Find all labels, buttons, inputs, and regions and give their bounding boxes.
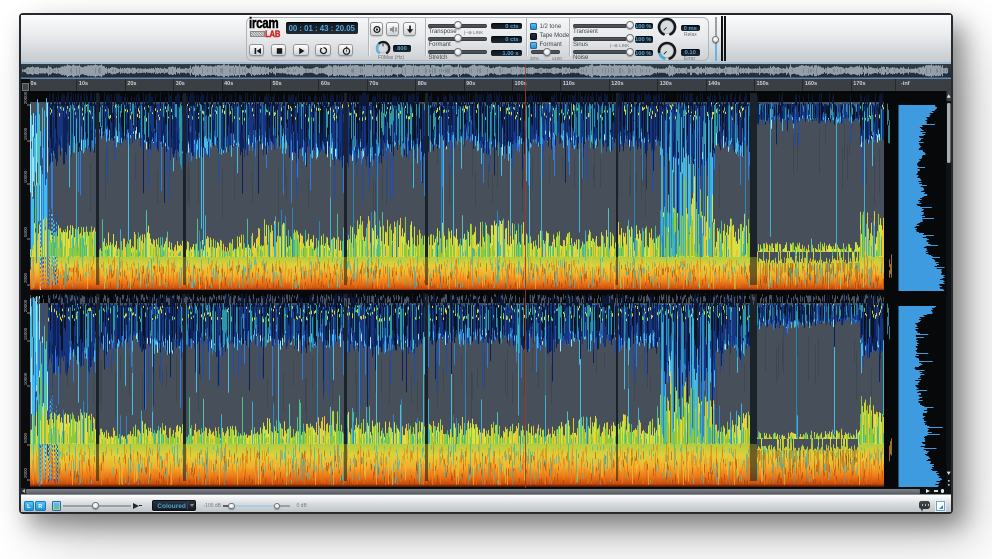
svg-text:2000: 2000	[23, 272, 28, 283]
svg-text:15000: 15000	[23, 127, 28, 140]
svg-text:5000: 5000	[23, 226, 28, 237]
svg-text:20000: 20000	[23, 299, 28, 312]
svg-text:20000: 20000	[23, 91, 28, 104]
svg-text:2000: 2000	[23, 467, 28, 478]
svg-text:10000: 10000	[23, 170, 28, 183]
svg-text:5000: 5000	[23, 432, 28, 443]
svg-text:10000: 10000	[23, 372, 28, 385]
svg-text:15000: 15000	[23, 327, 28, 340]
